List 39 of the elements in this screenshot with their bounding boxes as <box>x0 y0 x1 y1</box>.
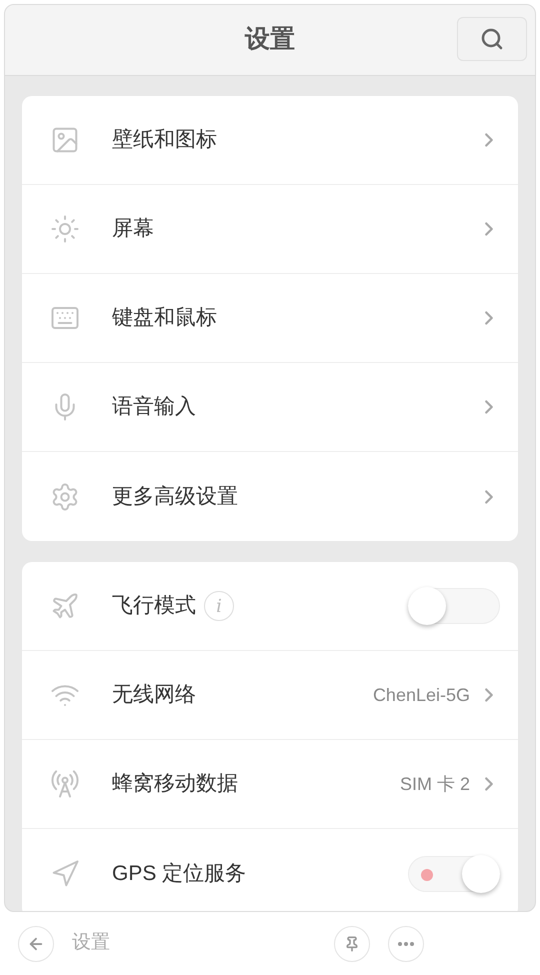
row-label: 飞行模式 <box>112 593 196 620</box>
row-label: 壁纸和图标 <box>112 127 217 154</box>
row-label: GPS 定位服务 <box>112 860 246 887</box>
gear-icon <box>50 482 80 512</box>
search-icon <box>480 27 504 51</box>
row-label: 屏幕 <box>112 216 154 242</box>
settings-row[interactable]: 更多高级设置 <box>22 452 518 541</box>
row-label: 键盘和鼠标 <box>112 305 217 332</box>
settings-row[interactable]: 语音输入 <box>22 363 518 452</box>
row-value: ChenLei-5G <box>372 684 470 706</box>
settings-row[interactable]: 屏幕 <box>22 185 518 274</box>
back-button[interactable] <box>18 926 54 962</box>
image-icon <box>50 125 80 155</box>
settings-row[interactable]: 无线网络 ChenLei-5G <box>22 651 518 740</box>
settings-row[interactable]: 键盘和鼠标 <box>22 274 518 363</box>
settings-row[interactable]: GPS 定位服务 <box>22 829 518 911</box>
row-label: 语音输入 <box>112 394 196 420</box>
toggle-switch[interactable] <box>408 856 500 892</box>
toggle-knob <box>462 854 500 892</box>
row-value: SIM 卡 2 <box>400 772 470 796</box>
pin-button[interactable] <box>334 926 370 962</box>
settings-row[interactable]: 飞行模式 i <box>22 562 518 651</box>
location-arrow-icon <box>50 858 80 888</box>
more-icon <box>398 942 414 946</box>
row-label: 更多高级设置 <box>112 484 238 510</box>
antenna-icon <box>50 769 80 799</box>
row-label: 无线网络 <box>112 682 196 708</box>
bottom-title: 设置 <box>72 931 110 956</box>
pin-icon <box>344 936 360 952</box>
sun-icon <box>50 214 80 244</box>
toggle-switch[interactable] <box>408 588 500 624</box>
window-title: 设置 <box>245 24 295 56</box>
more-button[interactable] <box>388 926 424 962</box>
airplane-icon <box>50 591 80 621</box>
settings-row[interactable]: 壁纸和图标 <box>22 96 518 185</box>
settings-row[interactable]: 蜂窝移动数据 SIM 卡 2 <box>22 740 518 829</box>
row-label: 蜂窝移动数据 <box>112 771 238 798</box>
toggle-knob <box>408 587 446 625</box>
search-button[interactable] <box>457 17 527 61</box>
